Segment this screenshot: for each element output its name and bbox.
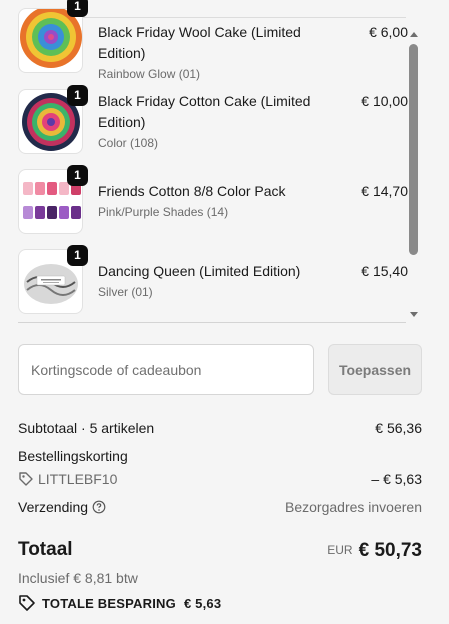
tag-icon <box>19 472 33 486</box>
shipping-row: Verzending Bezorgadres invoeren <box>18 497 422 517</box>
total-amount: € 50,73 <box>358 540 422 561</box>
discount-code-input[interactable] <box>18 344 314 395</box>
list-divider-bottom <box>18 322 406 323</box>
discount-value: – € 5,63 <box>371 471 422 487</box>
tax-note: Inclusief € 8,81 btw <box>18 570 138 586</box>
item-title: Black Friday Wool Cake (Limited Edition) <box>98 24 301 61</box>
quantity-badge: 1 <box>67 85 88 106</box>
total-amount-block: EUR € 50,73 <box>327 537 422 565</box>
item-title: Black Friday Cotton Cake (Limited Editio… <box>98 93 311 130</box>
quantity-badge: 1 <box>67 165 88 186</box>
order-discount-row: Bestellingskorting <box>18 446 422 466</box>
apply-discount-button[interactable]: Toepassen <box>328 344 422 395</box>
item-price: € 10,00 <box>361 93 408 109</box>
product-image-rainbow-yarn-cake <box>18 8 83 73</box>
savings-tag-icon <box>19 595 35 611</box>
currency-code: EUR <box>327 543 353 557</box>
total-label: Totaal <box>18 539 73 560</box>
order-discount-label: Bestellingskorting <box>18 448 128 464</box>
shipping-label: Verzending <box>18 499 89 515</box>
total-savings: TOTALE BESPARING € 5,63 <box>18 594 221 614</box>
subtotal-row: Subtotaal · 5 artikelen € 56,36 <box>18 418 422 438</box>
scroll-down-arrow-icon[interactable] <box>410 312 418 317</box>
item-variant: Rainbow Glow (01) <box>98 67 201 81</box>
item-variant: Color (108) <box>98 136 159 150</box>
applied-discount-code: LITTLEBF10 <box>38 471 118 487</box>
quantity-badge: 1 <box>67 0 88 17</box>
savings-amount: € 5,63 <box>183 596 222 611</box>
scroll-up-arrow-icon[interactable] <box>410 32 418 37</box>
item-variant: Pink/Purple Shades (14) <box>98 205 229 219</box>
subtotal-value: € 56,36 <box>375 420 422 436</box>
discount-code-row: LITTLEBF10 – € 5,63 <box>18 469 422 489</box>
scrollbar-thumb[interactable] <box>409 44 418 255</box>
item-price: € 15,40 <box>361 263 408 279</box>
subtotal-label: Subtotaal · 5 artikelen <box>18 420 155 436</box>
shipping-value: Bezorgadres invoeren <box>285 499 422 515</box>
item-title: Dancing Queen (Limited Edition) <box>98 263 301 279</box>
item-title: Friends Cotton 8/8 Color Pack <box>98 183 286 199</box>
item-price: € 14,70 <box>361 183 408 199</box>
item-price: € 6,00 <box>369 24 408 40</box>
quantity-badge: 1 <box>67 245 88 266</box>
item-variant: Silver (01) <box>98 285 153 299</box>
order-item-list[interactable]: 1 Black Friday Wool Cake (Limited Editio… <box>0 0 449 323</box>
scrollbar[interactable] <box>409 30 419 320</box>
help-icon[interactable] <box>92 500 106 514</box>
savings-label: TOTALE BESPARING <box>42 596 176 611</box>
